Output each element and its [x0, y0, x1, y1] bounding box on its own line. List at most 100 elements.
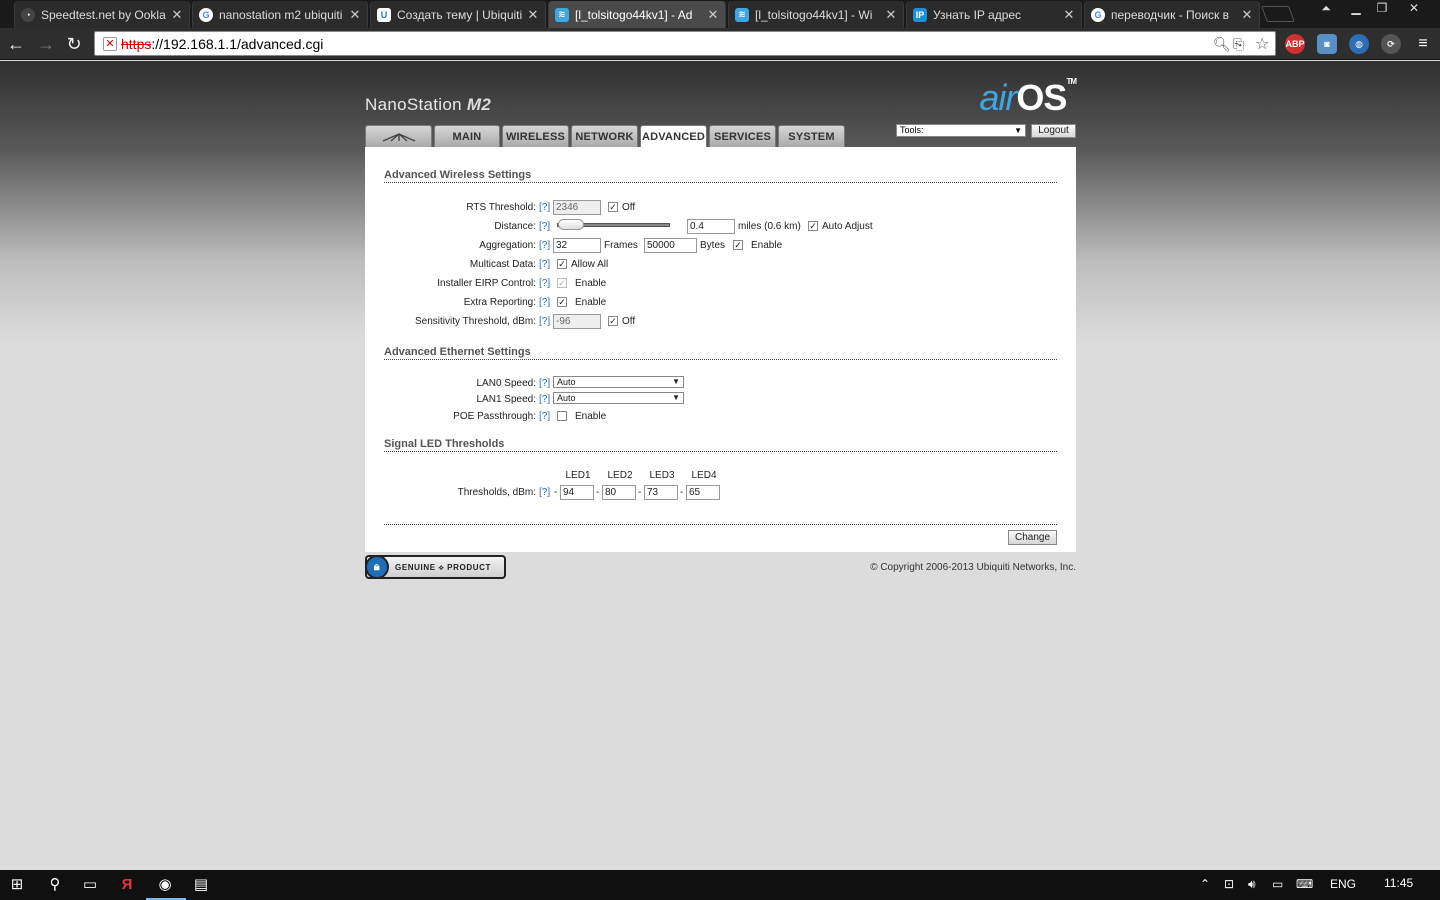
- tab-advanced[interactable]: ADVANCED: [640, 125, 707, 148]
- rts-threshold-input[interactable]: 2346: [553, 200, 601, 215]
- tab-main[interactable]: MAIN: [434, 125, 500, 147]
- browser-tab[interactable]: G переводчик - Поиск в ✕: [1084, 1, 1260, 28]
- app-icon[interactable]: ▤: [190, 874, 212, 896]
- field-label: Installer EIRP Control:: [437, 278, 536, 289]
- extra-reporting-checkbox[interactable]: ✓: [557, 297, 567, 307]
- aggregation-enable-checkbox[interactable]: ✓: [733, 240, 743, 250]
- insecure-lock-icon[interactable]: ✕: [103, 37, 117, 51]
- help-link[interactable]: [?]: [539, 411, 550, 422]
- minimize-icon[interactable]: ▁: [1342, 0, 1370, 18]
- close-window-icon[interactable]: ✕: [1400, 0, 1428, 18]
- section-heading: Signal LED Thresholds: [384, 438, 1057, 452]
- slider-handle[interactable]: [558, 219, 584, 230]
- lan1-speed-select[interactable]: Auto ▼: [553, 392, 684, 404]
- browser-tab[interactable]: U Создать тему | Ubiquiti ✕: [370, 1, 546, 28]
- poe-row: POE Passthrough: [?] Enable: [365, 409, 1076, 425]
- browser-tab-active[interactable]: ≋ [l_tolsitogo44kv1] - Ad ✕: [548, 1, 726, 28]
- auto-adjust-checkbox[interactable]: ✓: [808, 221, 818, 231]
- help-link[interactable]: [?]: [539, 259, 550, 270]
- sync-extension-icon[interactable]: ⟳: [1381, 34, 1401, 54]
- notifications-icon[interactable]: ▭: [1272, 877, 1283, 891]
- sensitivity-input[interactable]: -96: [553, 314, 601, 329]
- aggregation-bytes-input[interactable]: 50000: [644, 238, 697, 253]
- rts-off-checkbox[interactable]: ✓: [608, 202, 618, 212]
- help-link[interactable]: [?]: [539, 394, 550, 405]
- google-icon: G: [199, 7, 213, 22]
- clock[interactable]: 11:45: [1384, 876, 1413, 890]
- menu-icon[interactable]: ≡: [1413, 34, 1433, 54]
- abp-label: ABP: [1285, 39, 1305, 49]
- tab-ubnt-logo[interactable]: [365, 125, 432, 147]
- distance-input[interactable]: 0.4: [687, 219, 735, 234]
- tab-title: [l_tolsitogo44kv1] - Ad: [575, 7, 693, 22]
- close-tab-icon[interactable]: ✕: [1239, 7, 1255, 23]
- profile-icon[interactable]: ⏶: [1312, 0, 1340, 18]
- tab-network[interactable]: NETWORK: [571, 125, 638, 147]
- close-tab-icon[interactable]: ✕: [705, 7, 721, 23]
- tab-wireless[interactable]: WIRELESS: [502, 125, 569, 147]
- logo-trademark: TM: [1066, 77, 1077, 86]
- restore-icon[interactable]: ❐: [1368, 0, 1396, 18]
- tray-chevron-up-icon[interactable]: ⌃: [1200, 877, 1210, 891]
- led2-threshold-input[interactable]: 80: [602, 485, 636, 500]
- lan0-speed-select[interactable]: Auto ▼: [553, 376, 684, 388]
- start-windows-icon[interactable]: ⊞: [6, 874, 28, 896]
- aggregation-frames-input[interactable]: 32: [553, 238, 601, 253]
- poe-enable-checkbox[interactable]: [557, 411, 567, 421]
- browser-tab[interactable]: ≋ [l_tolsitogo44kv1] - Wi ✕: [728, 1, 904, 28]
- eirp-enable-checkbox[interactable]: ✓: [557, 278, 567, 288]
- help-link[interactable]: [?]: [539, 487, 550, 498]
- translate-icon[interactable]: ⎘: [1233, 36, 1244, 53]
- forward-arrow-icon[interactable]: →: [34, 32, 58, 56]
- zoom-icon[interactable]: 🔍︎: [1213, 36, 1231, 53]
- change-button[interactable]: Change: [1008, 530, 1057, 545]
- airos-tab-icon: ≋: [735, 7, 749, 22]
- multicast-allow-checkbox[interactable]: ✓: [557, 259, 567, 269]
- tab-label: SYSTEM: [788, 130, 835, 143]
- help-link[interactable]: [?]: [539, 297, 550, 308]
- close-tab-icon[interactable]: ✕: [525, 7, 541, 23]
- distance-slider[interactable]: [557, 219, 670, 230]
- help-link[interactable]: [?]: [539, 221, 550, 232]
- tools-select[interactable]: Tools: ▼: [896, 124, 1026, 137]
- bytes-label: Bytes: [700, 240, 726, 251]
- led4-threshold-input[interactable]: 65: [686, 485, 720, 500]
- address-bar[interactable]: ✕ https://192.168.1.1/advanced.cgi 🔍︎ ⎘ …: [94, 31, 1276, 56]
- minus-sign: -: [596, 487, 600, 498]
- back-arrow-icon[interactable]: ←: [4, 32, 28, 56]
- browser-tab[interactable]: ◔ Speedtest.net by Ookla ✕: [14, 1, 190, 28]
- chrome-icon[interactable]: ◉: [154, 874, 176, 896]
- sensitivity-off-checkbox[interactable]: ✓: [608, 316, 618, 326]
- task-view-icon[interactable]: ▭: [79, 874, 101, 896]
- help-link[interactable]: [?]: [539, 316, 550, 327]
- new-tab-button[interactable]: [1261, 6, 1295, 22]
- logo-os: OS: [1016, 77, 1067, 118]
- yandex-icon[interactable]: Я: [116, 874, 138, 896]
- search-icon[interactable]: ⚲: [44, 874, 66, 896]
- help-link[interactable]: [?]: [539, 240, 550, 251]
- close-tab-icon[interactable]: ✕: [347, 7, 363, 23]
- chevron-down-icon: ▼: [672, 393, 680, 402]
- close-tab-icon[interactable]: ✕: [883, 7, 899, 23]
- tab-services[interactable]: SERVICES: [709, 125, 776, 147]
- adblock-plus-icon[interactable]: ABP: [1285, 34, 1305, 54]
- browser-tab[interactable]: G nanostation m2 ubiquiti ✕: [192, 1, 368, 28]
- globe-extension-icon[interactable]: ◍: [1349, 34, 1369, 54]
- help-link[interactable]: [?]: [539, 202, 550, 213]
- close-tab-icon[interactable]: ✕: [1061, 7, 1077, 23]
- help-link[interactable]: [?]: [539, 378, 550, 389]
- reload-icon[interactable]: ↻: [62, 32, 86, 56]
- help-link[interactable]: [?]: [539, 278, 550, 289]
- logout-button[interactable]: Logout: [1031, 124, 1076, 138]
- tab-system[interactable]: SYSTEM: [778, 125, 845, 147]
- volume-icon[interactable]: 🔊︎: [1248, 877, 1256, 892]
- browser-tab[interactable]: IP Узнать IP адрес ✕: [906, 1, 1082, 28]
- network-icon[interactable]: ⊡: [1224, 877, 1234, 891]
- led3-threshold-input[interactable]: 73: [644, 485, 678, 500]
- language-indicator[interactable]: ENG: [1330, 877, 1356, 891]
- camera-extension-icon[interactable]: ◙: [1317, 34, 1337, 54]
- bookmark-star-icon[interactable]: ☆: [1255, 34, 1269, 54]
- close-tab-icon[interactable]: ✕: [169, 7, 185, 23]
- keyboard-icon[interactable]: ⌨: [1296, 877, 1313, 891]
- led1-threshold-input[interactable]: 94: [560, 485, 594, 500]
